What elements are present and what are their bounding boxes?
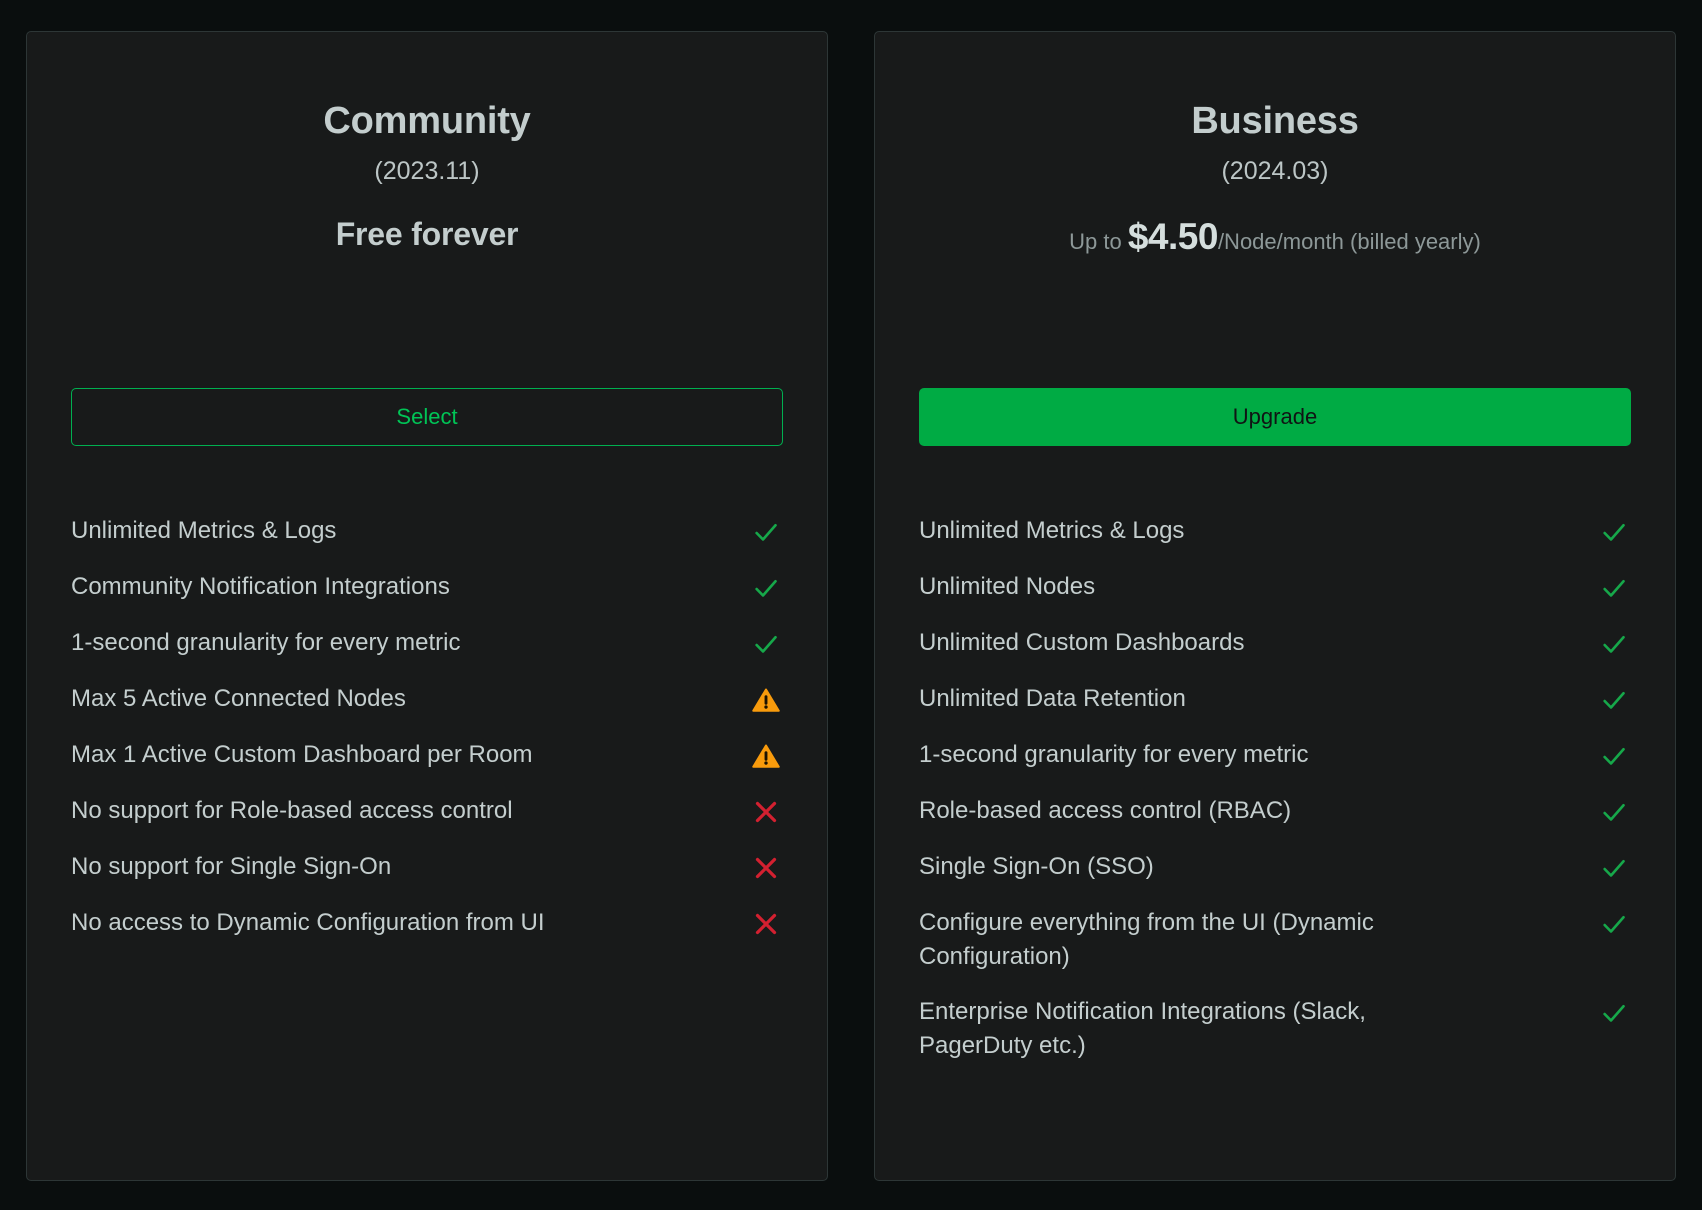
feature-label: Community Notification Integrations [71, 572, 450, 600]
plan-price: Up to $4.50/Node/month (billed yearly) [919, 216, 1631, 262]
feature-row: Unlimited Custom Dashboards [919, 626, 1631, 661]
price-amount: $4.50 [1127, 215, 1219, 257]
plan-card-community: Community (2023.11) Free forever Select … [26, 31, 828, 1181]
feature-label: Unlimited Custom Dashboards [919, 628, 1245, 656]
check-icon [1597, 571, 1631, 605]
feature-row: Community Notification Integrations [71, 570, 783, 605]
cross-icon [749, 795, 783, 829]
check-icon [1597, 795, 1631, 829]
feature-label: Enterprise Notification Integrations (Sl… [919, 997, 1366, 1059]
feature-label: 1-second granularity for every metric [919, 740, 1309, 768]
feature-row: No support for Role-based access control [71, 794, 783, 829]
feature-row: 1-second granularity for every metric [71, 626, 783, 661]
feature-label: Single Sign-On (SSO) [919, 852, 1154, 880]
feature-row: Single Sign-On (SSO) [919, 850, 1631, 885]
feature-row: 1-second granularity for every metric [919, 738, 1631, 773]
check-icon [1597, 907, 1631, 941]
feature-row: Role-based access control (RBAC) [919, 794, 1631, 829]
feature-label: Configure everything from the UI (Dynami… [919, 908, 1374, 970]
feature-row: Unlimited Metrics & Logs [919, 514, 1631, 549]
cross-icon [749, 851, 783, 885]
warning-icon [749, 739, 783, 773]
cross-icon [749, 907, 783, 941]
feature-label: Unlimited Metrics & Logs [71, 516, 337, 544]
price-suffix: /Node/month (billed yearly) [1217, 228, 1481, 254]
feature-row: Max 5 Active Connected Nodes [71, 682, 783, 717]
warning-icon [749, 683, 783, 717]
feature-label: No access to Dynamic Configuration from … [71, 908, 545, 936]
check-icon [1597, 996, 1631, 1030]
feature-label: Unlimited Data Retention [919, 684, 1186, 712]
feature-row: Unlimited Metrics & Logs [71, 514, 783, 549]
check-icon [1597, 627, 1631, 661]
check-icon [749, 515, 783, 549]
upgrade-button[interactable]: Upgrade [919, 387, 1631, 446]
feature-row: Unlimited Nodes [919, 570, 1631, 605]
check-icon [1597, 683, 1631, 717]
check-icon [749, 571, 783, 605]
pricing-plans-container: Community (2023.11) Free forever Select … [0, 0, 1702, 1210]
feature-row: Max 1 Active Custom Dashboard per Room [71, 738, 783, 773]
feature-row: No support for Single Sign-On [71, 850, 783, 885]
feature-list-community: Unlimited Metrics & Logs Community Notifi… [71, 514, 783, 941]
select-button[interactable]: Select [71, 387, 783, 446]
feature-label: Unlimited Nodes [919, 572, 1096, 600]
plan-price: Free forever [71, 216, 783, 262]
check-icon [1597, 739, 1631, 773]
feature-row: No access to Dynamic Configuration from … [71, 906, 783, 941]
plan-title: Business [1191, 100, 1359, 142]
check-icon [749, 627, 783, 661]
price-free-label: Free forever [335, 215, 519, 252]
plan-title: Community [323, 100, 531, 142]
plan-action-zone: Select [71, 387, 783, 446]
check-icon [1597, 515, 1631, 549]
feature-label: Max 1 Active Custom Dashboard per Room [71, 740, 533, 768]
feature-label: Max 5 Active Connected Nodes [71, 684, 406, 712]
feature-label: No support for Role-based access control [71, 796, 513, 824]
feature-row: Configure everything from the UI (Dynami… [919, 906, 1631, 974]
feature-list-business: Unlimited Metrics & Logs Unlimited Nodes U… [919, 514, 1631, 1063]
price-prefix: Up to [1069, 228, 1128, 254]
plan-version: (2023.11) [374, 156, 480, 185]
feature-label: No support for Single Sign-On [71, 852, 392, 880]
feature-row: Enterprise Notification Integrations (Sl… [919, 995, 1631, 1063]
check-icon [1597, 851, 1631, 885]
feature-label: Role-based access control (RBAC) [919, 796, 1292, 824]
feature-label: 1-second granularity for every metric [71, 628, 461, 656]
feature-label: Unlimited Metrics & Logs [919, 516, 1185, 544]
plan-action-zone: Upgrade [919, 387, 1631, 446]
plan-card-business: Business (2024.03) Up to $4.50/Node/mont… [874, 31, 1676, 1181]
feature-row: Unlimited Data Retention [919, 682, 1631, 717]
plan-version: (2024.03) [1221, 156, 1329, 185]
